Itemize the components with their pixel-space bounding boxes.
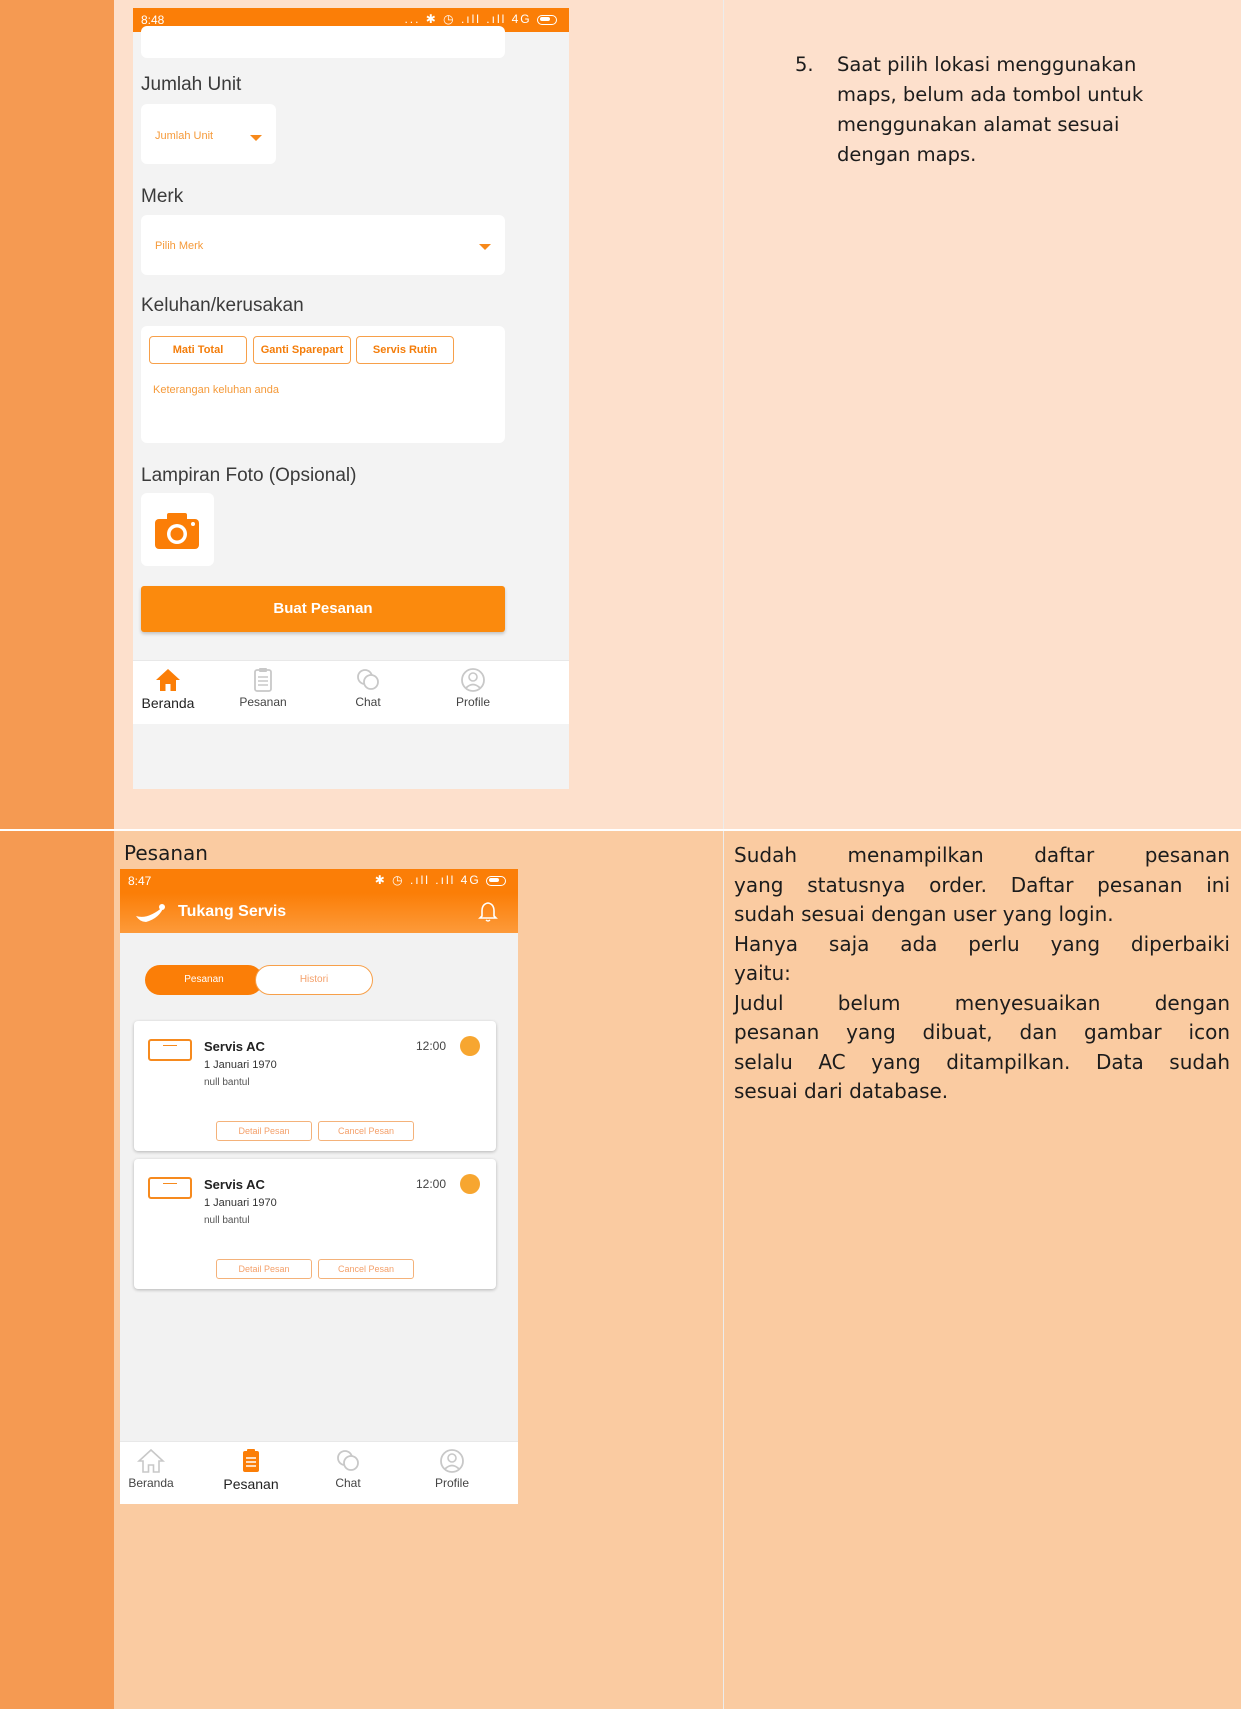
jumlah-unit-placeholder: Jumlah Unit (155, 130, 214, 142)
nav-beranda[interactable]: Beranda (133, 661, 213, 711)
jumlah-unit-dropdown[interactable]: Jumlah Unit (141, 104, 276, 164)
order-title: Servis AC (204, 1039, 265, 1054)
lampiran-label: Lampiran Foto (Opsional) (141, 465, 357, 486)
order-date: 1 Januari 1970 (204, 1197, 277, 1209)
camera-icon (155, 513, 199, 549)
order-title: Servis AC (204, 1177, 265, 1192)
jumlah-unit-label: Jumlah Unit (141, 74, 242, 95)
phone-screenshot-pesanan: 8:47 ✱ ◷ .ıll .ıll 4G Tukang Servis Pesa… (120, 869, 518, 1504)
chevron-down-icon (479, 244, 491, 250)
nav-label: Pesanan (239, 695, 287, 709)
ac-icon (148, 1177, 192, 1199)
bottom-nav: Beranda Pesanan Chat Profile (120, 1441, 518, 1504)
profile-icon (440, 1449, 464, 1473)
phone-screenshot-form: 8:48 ... ✱ ◷ .ıll .ıll 4G Jumlah Unit Ju… (133, 8, 569, 789)
chip-servis-rutin[interactable]: Servis Rutin (356, 336, 454, 364)
clipboard-icon (243, 1449, 259, 1472)
note-line: Judul belum menyesuaikan dengan (734, 990, 1230, 1015)
note-line: selalu AC yang ditampilkan. Data sudah (734, 1049, 1230, 1074)
nav-label: Beranda (141, 695, 195, 711)
detail-pesan-button[interactable]: Detail Pesan (216, 1121, 312, 1141)
photo-upload-box[interactable] (141, 493, 214, 566)
home-icon (156, 669, 180, 691)
nav-label: Profile (455, 695, 490, 709)
app-header: Tukang Servis (120, 893, 518, 933)
order-time: 12:00 (415, 1039, 446, 1053)
note-line: yaitu: (734, 961, 791, 985)
detail-pesan-button[interactable]: Detail Pesan (216, 1259, 312, 1279)
tab-pesanan[interactable]: Pesanan (145, 965, 263, 995)
keluhan-box: Mati Total Ganti Sparepart Servis Rutin … (141, 326, 505, 443)
note-line: sesuai dari database. (734, 1079, 949, 1103)
order-card[interactable]: Servis AC 1 Januari 1970 null bantul 12:… (134, 1159, 496, 1289)
nav-label: Profile (434, 1476, 469, 1490)
cancel-pesan-button[interactable]: Cancel Pesan (318, 1121, 414, 1141)
profile-icon (461, 668, 485, 692)
battery-icon (486, 875, 506, 886)
keluhan-input[interactable]: Keterangan keluhan anda (153, 384, 279, 396)
order-card[interactable]: Servis AC 1 Januari 1970 null bantul 12:… (134, 1021, 496, 1151)
left-column-row1 (0, 0, 114, 829)
status-time: 8:47 (128, 874, 152, 888)
status-icons: ... ✱ ◷ .ıll .ıll 4G (404, 12, 557, 26)
order-date: 1 Januari 1970 (204, 1059, 277, 1071)
document-page: 8:48 ... ✱ ◷ .ıll .ıll 4G Jumlah Unit Ju… (0, 0, 1241, 1709)
merk-label: Merk (141, 186, 184, 207)
note-line: pesanan yang dibuat, dan gambar icon (734, 1020, 1230, 1044)
section-label-pesanan: Pesanan (124, 841, 208, 865)
nav-label: Chat (355, 695, 381, 709)
home-icon (137, 1448, 165, 1473)
note-number: 5. (795, 53, 814, 76)
buat-pesanan-button[interactable]: Buat Pesanan (141, 586, 505, 632)
nav-chat[interactable]: Chat (323, 661, 413, 709)
note-line: Sudah menampilkan daftar pesanan (734, 843, 1230, 867)
keluhan-label: Keluhan/kerusakan (141, 295, 304, 316)
ac-icon (148, 1039, 192, 1061)
nav-profile[interactable]: Profile (428, 661, 518, 709)
bottom-nav: Beranda Pesanan Chat Profile (133, 660, 569, 724)
chevron-down-icon (250, 135, 262, 141)
nav-profile[interactable]: Profile (407, 1442, 497, 1490)
order-address: null bantul (204, 1215, 250, 1226)
note-line: yang statusnya order. Daftar pesanan ini (734, 872, 1230, 897)
bell-icon[interactable] (478, 901, 498, 923)
nav-label: Chat (335, 1476, 361, 1490)
chat-icon (357, 669, 379, 690)
chat-icon (337, 1450, 359, 1471)
chip-mati-total[interactable]: Mati Total (149, 336, 247, 364)
column-divider (723, 0, 724, 1709)
nav-label: Pesanan (223, 1476, 279, 1492)
note-line: sudah sesuai dengan user yang login. (734, 902, 1114, 926)
clock-icon (460, 1174, 480, 1194)
left-column-row2 (0, 831, 114, 1709)
clock-icon (460, 1036, 480, 1056)
nav-label: Beranda (128, 1476, 174, 1490)
battery-icon (537, 14, 557, 25)
app-title: Tukang Servis (178, 903, 287, 920)
order-time: 12:00 (415, 1177, 446, 1191)
merk-placeholder: Pilih Merk (155, 240, 204, 252)
order-address: null bantul (204, 1077, 250, 1088)
status-time: 8:48 (141, 13, 165, 27)
note-line: Hanya saja ada perlu yang diperbaiki (734, 931, 1230, 956)
nav-beranda[interactable]: Beranda (120, 1442, 196, 1490)
nav-chat[interactable]: Chat (303, 1442, 393, 1490)
status-icons: ✱ ◷ .ıll .ıll 4G (375, 873, 506, 887)
cancel-pesan-button[interactable]: Cancel Pesan (318, 1259, 414, 1279)
tab-histori[interactable]: Histori (255, 965, 373, 995)
merk-dropdown[interactable]: Pilih Merk (141, 215, 505, 275)
chip-ganti-sparepart[interactable]: Ganti Sparepart (253, 336, 351, 364)
logo-icon (136, 904, 165, 922)
clipboard-icon (254, 668, 272, 692)
note-text: Saat pilih lokasi menggunakan maps, belu… (837, 53, 1144, 166)
previous-field-box (141, 26, 505, 58)
note-pesanan: Sudah menampilkan daftar pesanan yang st… (734, 841, 1230, 1107)
nav-pesanan[interactable]: Pesanan (206, 1442, 296, 1492)
nav-pesanan[interactable]: Pesanan (218, 661, 308, 709)
row-divider (0, 829, 1241, 831)
status-bar: 8:47 ✱ ◷ .ıll .ıll 4G (120, 869, 518, 893)
